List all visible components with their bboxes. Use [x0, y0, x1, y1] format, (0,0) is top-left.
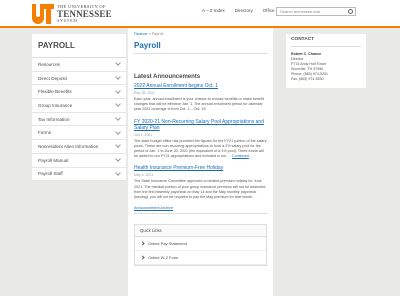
- announcement-title-link[interactable]: FY 2020-21 Non-Recurring Salary Pool App…: [134, 119, 267, 131]
- chevron-right-icon: [140, 255, 145, 260]
- page-title: Payroll: [134, 41, 161, 50]
- chevron-down-icon[interactable]: [115, 87, 121, 94]
- breadcrumb: Finance » Payroll: [134, 32, 267, 36]
- breadcrumb-home[interactable]: Finance: [134, 32, 148, 36]
- chevron-down-icon[interactable]: [115, 142, 121, 149]
- logo-line-3: SYSTEM: [57, 17, 78, 23]
- quick-link-online-pay-statement[interactable]: Online Pay Statement: [135, 237, 266, 252]
- sidebar-item-flexible-benefits[interactable]: Flexible Benefits: [32, 85, 126, 100]
- chevron-down-icon[interactable]: [115, 101, 121, 108]
- sidebar-item-forms[interactable]: Forms: [32, 126, 126, 141]
- continued-link[interactable]: Continued: [232, 154, 249, 158]
- site-header: THE UNIVERSITY OF TENNESSEE SYSTEM A – Z…: [0, 0, 400, 28]
- quick-links-heading: Quick Links: [135, 225, 266, 238]
- announcement-title-link[interactable]: 2022 Annual Enrollment begins Oct. 1: [134, 83, 267, 89]
- contact-heading: CONTACT: [291, 37, 361, 47]
- ut-logo-icon: [32, 4, 54, 24]
- chevron-down-icon[interactable]: [115, 60, 121, 67]
- announcement-item: FY 2020-21 Non-Recurring Salary Pool App…: [134, 119, 267, 160]
- divider: [134, 213, 267, 215]
- sidebar-item-payroll-staff[interactable]: Payroll Staff: [32, 168, 126, 182]
- sidebar-item-group-insurance[interactable]: Group Insurance: [32, 99, 126, 113]
- chevron-down-icon[interactable]: [115, 156, 121, 162]
- contact-panel: CONTACT Robert C. Chance Director P715 A…: [286, 34, 366, 88]
- announcement-body: Each year, annual enrollment is your cha…: [134, 97, 264, 112]
- breadcrumb-separator: »: [148, 32, 151, 36]
- chevron-right-icon: [140, 241, 145, 246]
- announcement-date: Jun 1, 2021: [134, 132, 153, 137]
- university-logo[interactable]: THE UNIVERSITY OF TENNESSEE SYSTEM: [32, 3, 112, 25]
- search-input[interactable]: Search tennessee.edu: [276, 7, 356, 16]
- contact-details: Robert C. Chance Director P715 Andy Holt…: [291, 52, 361, 82]
- announcement-archive-link[interactable]: Announcement Archive: [134, 206, 267, 210]
- sidebar-item-direct-deposit[interactable]: Direct Deposit: [32, 72, 126, 86]
- chevron-down-icon[interactable]: [115, 128, 121, 135]
- announcement-body: The State Insurance Committee approved a…: [134, 179, 266, 200]
- announcement-item: Health Insurance Premium-Free Holiday Ma…: [134, 165, 267, 200]
- sidebar-title[interactable]: PAYROLL: [32, 34, 126, 58]
- announcement-date: May 4, 2021: [134, 173, 154, 178]
- quick-links-panel: Quick Links Online Pay Statement Online …: [134, 224, 267, 267]
- nav-az-index[interactable]: A – Z Index: [202, 8, 225, 13]
- announcement-title-link[interactable]: Health Insurance Premium-Free Holiday: [134, 165, 267, 171]
- announcements-heading: Latest Announcements: [134, 74, 201, 80]
- quick-link-online-w2-form[interactable]: Online W-2 Form: [135, 251, 266, 266]
- sidebar-item-resources[interactable]: Resources: [32, 58, 126, 72]
- nav-directory[interactable]: Directory: [235, 8, 253, 13]
- announcement-body: The state budget office has provided the…: [134, 138, 267, 159]
- search-icon[interactable]: [348, 9, 353, 14]
- announcement-date: Sep 28, 2021: [134, 91, 155, 95]
- breadcrumb-current: Payroll: [151, 32, 164, 36]
- contact-fax: Fax: (865) 974-5530: [291, 77, 324, 81]
- divider: [134, 53, 267, 54]
- chevron-down-icon[interactable]: [115, 115, 121, 121]
- sidebar: PAYROLL Resources Direct Deposit Flexibl…: [32, 34, 126, 182]
- chevron-down-icon[interactable]: [115, 170, 121, 176]
- top-nav: A – Z Index Directory Office 365: [202, 8, 283, 13]
- sidebar-item-payroll-manual[interactable]: Payroll Manual: [32, 154, 126, 168]
- chevron-down-icon[interactable]: [115, 74, 121, 80]
- sidebar-item-tax-information[interactable]: Tax Information: [32, 113, 126, 127]
- sidebar-item-nonresident-alien[interactable]: Nonresident Alien Information: [32, 140, 126, 154]
- announcement-item: 2022 Annual Enrollment begins Oct. 1 Sep…: [134, 83, 267, 113]
- main-content: Finance » Payroll Payroll Latest Announc…: [128, 28, 273, 296]
